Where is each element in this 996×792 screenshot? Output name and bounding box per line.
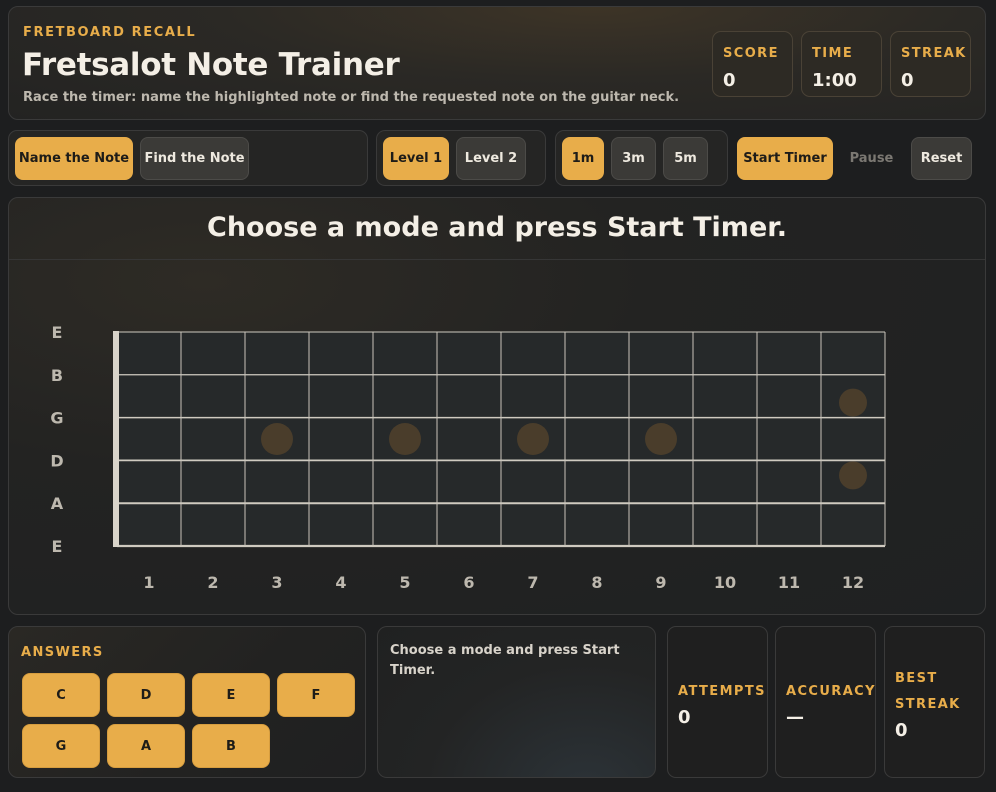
app-title: Fretsalot Note Trainer [22,47,400,83]
best-streak-value: 0 [895,720,908,741]
attempts-label: ATTEMPTS [678,684,766,699]
fret-number-label: 3 [271,573,282,592]
fret-inlay-dot [261,423,293,455]
string-name-label: A [51,494,64,513]
string-name-label: B [51,366,63,385]
reset-button[interactable]: Reset [911,137,972,180]
mode-group: Name the Note Find the Note [8,130,368,186]
duration-group: 1m 3m 5m [555,130,728,186]
start-timer-button[interactable]: Start Timer [737,137,833,180]
streak-card: STREAK 0 [890,31,971,97]
attempts-card: ATTEMPTS 0 [667,626,768,778]
score-label: SCORE [723,46,779,61]
fret-number-label: 4 [335,573,346,592]
level-1-button[interactable]: Level 1 [383,137,449,180]
mode-name-the-note-button[interactable]: Name the Note [15,137,133,180]
accuracy-value: — [786,707,804,728]
fret-number-label: 11 [778,573,800,592]
fret-number-label: 8 [591,573,602,592]
header-panel: FRETBOARD RECALL Fretsalot Note Trainer … [8,6,986,120]
accuracy-label: ACCURACY [786,684,876,699]
answer-g-button[interactable]: G [22,724,100,768]
string-name-label: D [50,451,63,470]
accuracy-card: ACCURACY — [775,626,876,778]
time-card: TIME 1:00 [801,31,882,97]
time-value: 1:00 [812,70,857,91]
app-subtitle: Race the timer: name the highlighted not… [23,90,680,105]
fret-number-label: 1 [143,573,154,592]
time-label: TIME [812,46,854,61]
feedback-panel: Choose a mode and press Start Timer. [377,626,656,778]
answer-c-button[interactable]: C [22,673,100,717]
streak-value: 0 [901,70,914,91]
fret-inlay-dot [839,388,867,417]
pause-button[interactable]: Pause [840,137,903,180]
fretboard-panel: Choose a mode and press Start Timer. EBG… [8,197,986,615]
answer-b-button[interactable]: B [192,724,270,768]
answers-panel: ANSWERS C D E F G A B [8,626,366,778]
answer-a-button[interactable]: A [107,724,185,768]
fretboard-nut [113,331,119,547]
fret-inlay-dot [517,423,549,455]
fret-inlay-dot [389,423,421,455]
attempts-value: 0 [678,707,691,728]
level-2-button[interactable]: Level 2 [456,137,526,180]
fret-number-label: 12 [842,573,864,592]
fret-number-label: 5 [399,573,410,592]
duration-5m-button[interactable]: 5m [663,137,708,180]
mode-find-the-note-button[interactable]: Find the Note [140,137,249,180]
fret-number-label: 6 [463,573,474,592]
streak-label: STREAK [901,46,967,61]
string-name-label: E [52,537,63,556]
fretboard[interactable]: EBGDAE1 2 3 4 5 6 7 8 9 10 11 12 [9,198,985,614]
score-value: 0 [723,70,736,91]
answer-f-button[interactable]: F [277,673,355,717]
fret-number-label: 9 [655,573,666,592]
fret-number-label: 2 [207,573,218,592]
fret-inlay-dot [839,461,867,490]
string-name-label: G [50,409,63,428]
duration-1m-button[interactable]: 1m [562,137,604,180]
answers-title: ANSWERS [21,645,104,660]
best-streak-card: BEST STREAK 0 [884,626,985,778]
app-eyebrow: FRETBOARD RECALL [23,25,197,40]
feedback-text: Choose a mode and press Start Timer. [390,643,620,678]
fret-number-label: 7 [527,573,538,592]
string-name-label: E [52,323,63,342]
best-streak-label: BEST STREAK [895,671,961,712]
answer-e-button[interactable]: E [192,673,270,717]
score-card: SCORE 0 [712,31,793,97]
fret-number-label: 10 [714,573,736,592]
duration-3m-button[interactable]: 3m [611,137,656,180]
level-group: Level 1 Level 2 [376,130,546,186]
fret-inlay-dot [645,423,677,455]
answer-d-button[interactable]: D [107,673,185,717]
